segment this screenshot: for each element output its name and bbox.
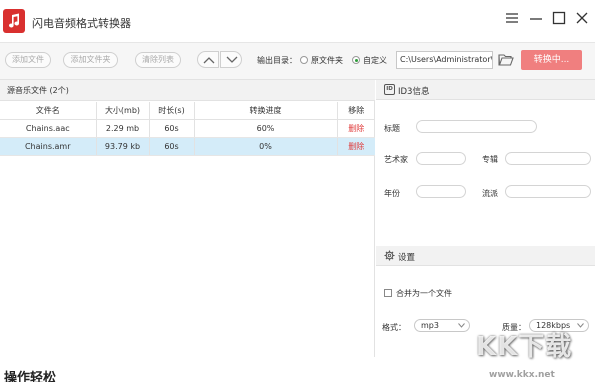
file-duration: 60s [149,137,195,156]
toolbar: 添加文件 添加文件夹 清除列表 输出目录： 原文件夹 自定义 C:\Users\… [0,43,595,80]
move-down-button[interactable] [220,51,242,68]
browse-folder-button[interactable] [498,53,514,69]
format-value: mp3 [421,321,439,330]
output-dir-label: 输出目录： [257,56,297,65]
format-label: 格式： [382,323,406,332]
output-path-field[interactable]: C:\Users\Administrator\ [396,51,493,69]
chevron-down-icon [577,323,584,328]
menu-button[interactable] [503,9,521,27]
move-up-button[interactable] [197,51,219,68]
details-panel: ID ID3信息 标题 艺术家 专辑 年份 流派 设置 合并为一个文件 格式： … [376,80,595,357]
col-header-duration[interactable]: 时长(s) [149,102,195,120]
file-progress: 60% [194,119,338,138]
artist-label: 艺术家 [384,155,408,164]
album-label: 专辑 [482,155,498,164]
chevron-down-icon [226,56,238,63]
add-folder-button[interactable]: 添加文件夹 [63,52,118,68]
col-header-filename[interactable]: 文件名 [0,102,97,120]
title-bar: 闪电音频格式转换器 [0,0,595,43]
file-list-header: 源音乐文件 (2个) [0,80,375,101]
chevron-up-icon [203,57,215,64]
watermark-url: www.kkx.net [489,370,555,380]
table-row[interactable]: Chains.amr 93.79 kb 60s 0% 删除 [0,137,375,156]
custom-label: 自定义 [363,56,387,65]
title-input[interactable] [416,120,537,133]
maximize-button[interactable] [550,9,568,27]
table-header-row: 文件名 大小(mb) 时长(s) 转换进度 移除 [0,102,375,120]
file-name: Chains.amr [0,137,97,156]
folder-icon [498,54,514,66]
file-list-title: 源音乐文件 (2个) [7,86,69,95]
genre-input[interactable] [505,185,591,198]
chevron-down-icon [458,323,465,328]
file-duration: 60s [149,119,195,138]
file-size: 2.29 mb [96,119,150,138]
convert-button[interactable]: 转换中... [521,50,582,70]
settings-section-header: 设置 [376,246,595,266]
add-file-button[interactable]: 添加文件 [5,52,51,68]
maximize-icon [552,11,566,25]
hamburger-menu-icon [506,13,518,23]
col-header-size[interactable]: 大小(mb) [96,102,150,120]
id3-section-title: ID3信息 [398,87,430,97]
file-progress: 0% [194,137,338,156]
file-name: Chains.aac [0,119,97,138]
col-header-remove: 移除 [337,102,375,120]
app-title: 闪电音频格式转换器 [32,17,131,30]
clear-list-button[interactable]: 清除列表 [135,52,181,68]
file-size: 93.79 kb [96,137,150,156]
close-icon [576,12,588,24]
settings-section-title: 设置 [398,253,416,263]
id3-icon: ID [384,84,395,95]
merge-label: 合并为一个文件 [396,289,452,298]
format-select[interactable]: mp3 [414,319,470,332]
id3-section-header: ID ID3信息 [376,80,595,100]
col-header-progress[interactable]: 转换进度 [194,102,338,120]
watermark-logo: KK下载 [476,332,573,362]
file-list-panel: 源音乐文件 (2个) 文件名 大小(mb) 时长(s) 转换进度 移除 Chai… [0,80,375,357]
gear-icon [384,250,395,261]
close-button[interactable] [573,9,591,27]
title-label: 标题 [384,124,400,133]
file-table: 文件名 大小(mb) 时长(s) 转换进度 移除 Chains.aac 2.29… [0,102,375,156]
delete-link[interactable]: 删除 [348,124,364,133]
table-row[interactable]: Chains.aac 2.29 mb 60s 60% 删除 [0,119,375,138]
artist-input[interactable] [416,152,466,165]
radio-source-folder[interactable] [300,56,308,64]
genre-label: 流派 [482,189,498,198]
app-logo-icon [3,9,25,33]
delete-link[interactable]: 删除 [348,142,364,151]
radio-custom[interactable] [352,56,360,64]
section-heading: 操作轻松 [4,371,57,382]
merge-checkbox[interactable] [384,289,392,297]
minimize-button[interactable] [527,9,545,27]
source-folder-label: 原文件夹 [311,56,343,65]
minimize-icon [530,18,542,20]
year-label: 年份 [384,189,400,198]
year-input[interactable] [416,185,466,198]
album-input[interactable] [505,152,591,165]
